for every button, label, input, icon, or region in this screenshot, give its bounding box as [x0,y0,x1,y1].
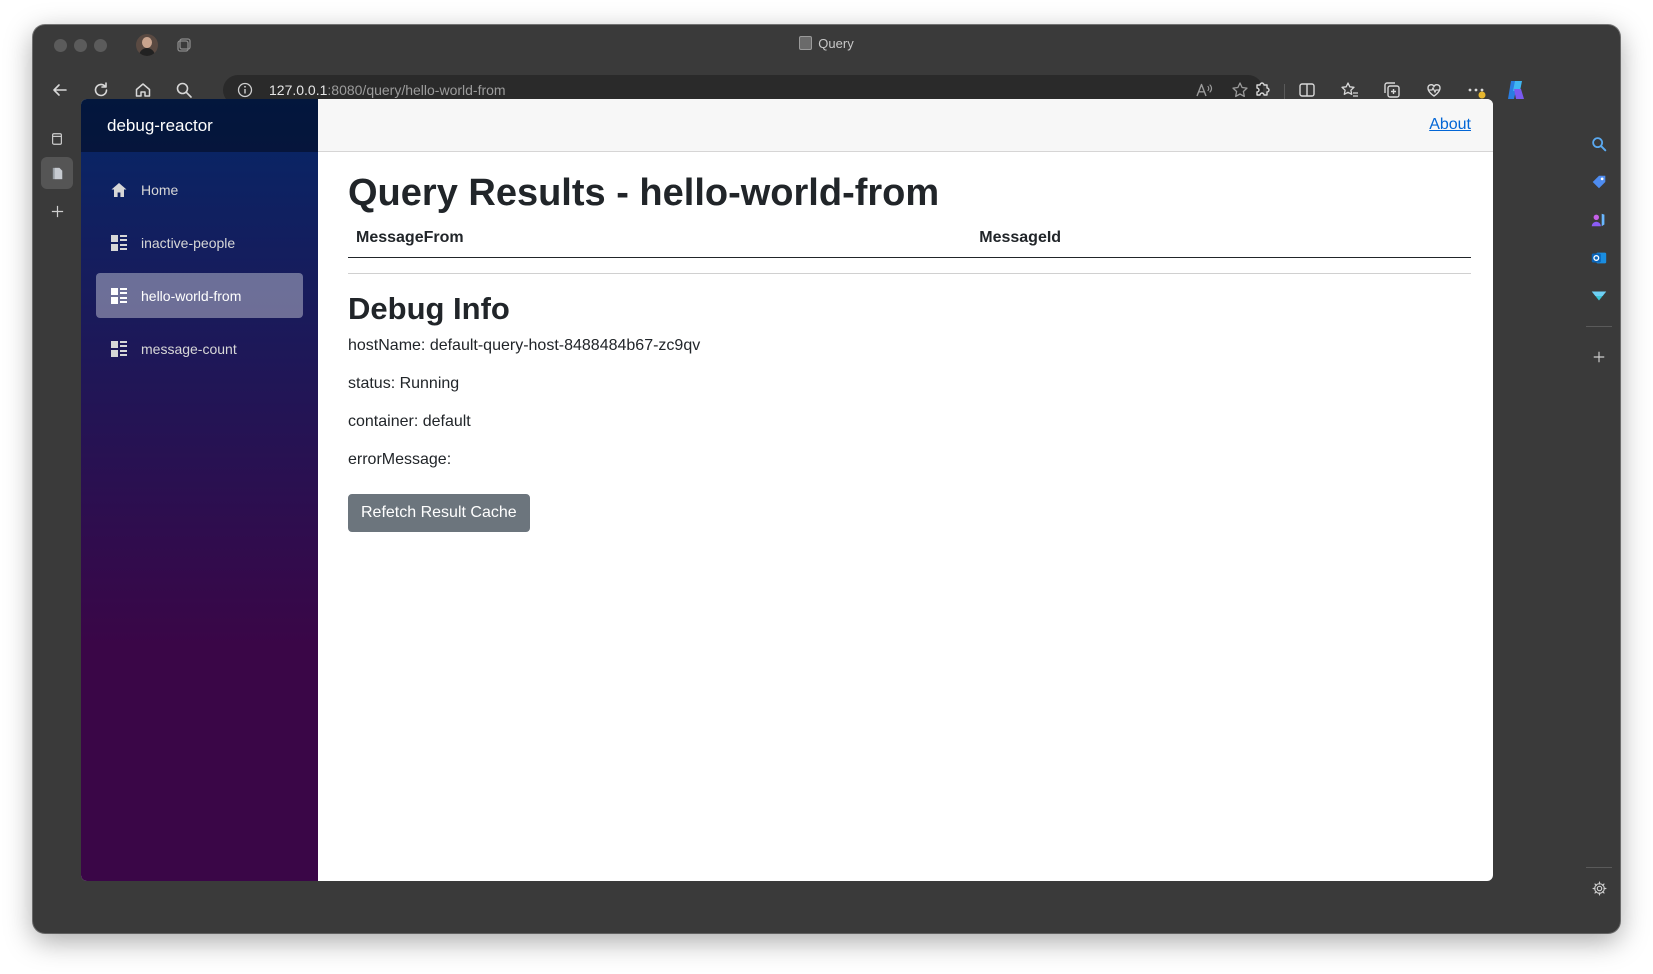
home-icon[interactable] [132,79,154,101]
url-text[interactable]: 127.0.0.1:8080/query/hello-world-from [269,82,506,98]
article: Query Results - hello-world-from Message… [318,152,1493,532]
nav-label: inactive-people [141,234,236,251]
divider [348,273,1471,274]
debug-hostname: hostName: default-query-host-8488484b67-… [348,337,701,354]
nav-label: Home [141,181,179,198]
refetch-result-cache-button[interactable]: Refetch Result Cache [348,494,530,532]
nav-label: hello-world-from [141,287,242,304]
debug-info-title: Debug Info [348,291,510,326]
url-host: 127.0.0.1 [269,82,328,98]
table-header-row: MessageFrom MessageId [348,223,1471,258]
about-link[interactable]: About [1429,116,1471,134]
main-content: About Query Results - hello-world-from M… [318,99,1493,881]
back-icon[interactable] [49,79,71,101]
browser-window: Query 127.0.0.1:8080/query/hello-world-f… [33,25,1620,933]
more-menu-icon[interactable] [1465,79,1487,101]
page-icon [799,36,813,50]
app-sidebar: debug-reactor Home inactive-people hello… [81,99,318,881]
read-aloud-icon[interactable] [1195,81,1213,99]
nav-item-inactive-people[interactable]: inactive-people [96,220,303,265]
window-title-text: Query [818,36,854,51]
add-sidebar-app-icon[interactable] [1588,346,1610,368]
nav-label: message-count [141,340,237,357]
debug-error-message: errorMessage: [348,451,452,468]
settings-gear-icon[interactable] [1588,877,1610,899]
top-row: About [318,99,1493,152]
active-tab-icon[interactable] [41,157,73,189]
column-header: MessageId [971,223,1471,258]
debug-container: container: default [348,413,471,430]
page-title: Query Results - hello-world-from [348,172,940,214]
games-icon[interactable] [1588,209,1610,231]
collections-icon[interactable] [1381,79,1403,101]
tab-actions-menu-icon[interactable] [41,123,73,155]
nav-item-hello-world-from[interactable]: hello-world-from [96,273,303,318]
title-bar: Query [33,25,1620,65]
nav-item-home[interactable]: Home [96,167,303,212]
drop-icon[interactable] [1588,285,1610,307]
home-icon [111,182,127,197]
sidebar-search-icon[interactable] [1588,133,1610,155]
shopping-tag-icon[interactable] [1588,171,1610,193]
refresh-icon[interactable] [90,79,112,101]
split-screen-icon[interactable] [1296,79,1318,101]
browser-essentials-icon[interactable] [1423,79,1445,101]
column-header: MessageFrom [348,223,972,258]
list-icon [111,287,127,304]
debug-status: status: Running [348,375,460,392]
toolbar-divider [1284,84,1285,100]
favorite-star-icon[interactable] [1231,81,1249,99]
nav-item-message-count[interactable]: message-count [96,326,303,371]
new-tab-icon[interactable] [41,195,73,227]
left-vertical-tabs [33,117,81,907]
sidebar-divider-bottom [1586,867,1612,868]
list-icon [111,340,127,357]
site-info-icon[interactable] [237,82,253,98]
list-icon [111,234,127,251]
copilot-icon[interactable] [1505,79,1527,101]
results-table: MessageFrom MessageId [348,223,1471,258]
page-viewport: debug-reactor Home inactive-people hello… [81,99,1493,881]
window-title: Query [33,36,1620,51]
brand-link[interactable]: debug-reactor [107,116,213,136]
nav-menu: Home inactive-people hello-world-from me… [81,152,318,371]
url-path: :8080/query/hello-world-from [327,82,506,98]
brand-bar: debug-reactor [81,99,318,152]
search-icon[interactable] [173,79,195,101]
extensions-icon[interactable] [1251,79,1273,101]
right-sidebar [1578,117,1620,933]
outlook-icon[interactable] [1588,247,1610,269]
sidebar-divider [1586,326,1612,327]
favorites-icon[interactable] [1339,79,1361,101]
